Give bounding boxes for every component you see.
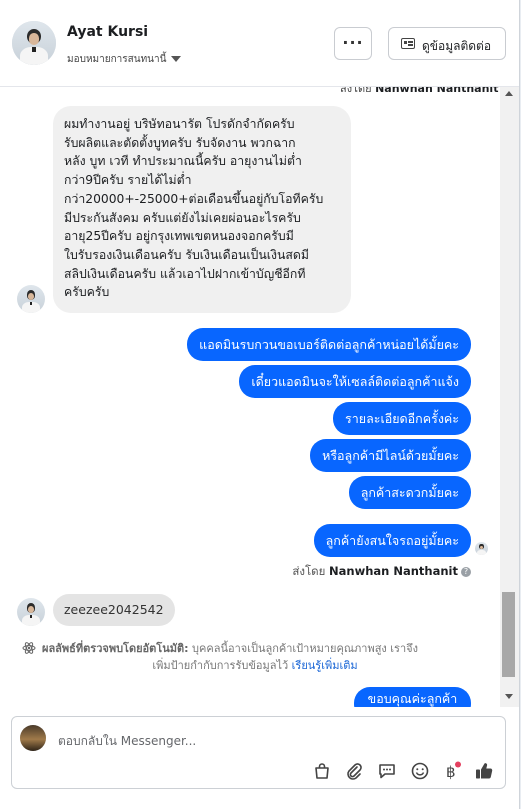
scroll-thumb[interactable]	[502, 592, 515, 677]
auto-detect-notice: ผลลัพธ์ที่ตรวจพบโดยอัตโนมัติ: บุคคลนี้อา…	[20, 640, 480, 674]
incoming-message-bubble-short: zeezee2042542	[53, 594, 175, 626]
seen-avatar	[475, 542, 488, 555]
saved-reply-icon[interactable]	[377, 761, 397, 781]
outgoing-message-bubble: ขอบคุณค่ะลูกค้า	[354, 687, 471, 707]
incoming-message-bubble: ผมทำงานอยู่ บริษัทอนารัต โปรดักจำกัดครับ…	[53, 106, 351, 313]
sender-avatar[interactable]	[17, 598, 45, 626]
scroll-up-icon[interactable]	[505, 91, 513, 96]
scroll-down-icon[interactable]	[505, 694, 513, 699]
message-list[interactable]: ส่งโดย Nanwhan Nanthanit ผมทำงานอยู่ บริ…	[0, 87, 500, 707]
reply-composer: ฿	[11, 716, 506, 789]
sent-by-cut-label: ส่งโดย	[340, 87, 372, 95]
notice-text-2: เพิ่มป้ายกำกับการรับข้อมูลไว้	[152, 659, 292, 672]
outgoing-message-bubble: หรือลูกค้ามีไลน์ด้วยมั้ยคะ	[310, 439, 471, 472]
payment-icon[interactable]: ฿	[442, 761, 462, 781]
page-avatar	[20, 725, 46, 751]
info-icon[interactable]: ?	[461, 566, 471, 577]
sent-by-label: ส่งโดย Nanwhan Nanthanit?	[292, 563, 471, 581]
sent-by-name: Nanwhan Nanthanit	[329, 564, 458, 578]
notice-line-1: ผลลัพธ์ที่ตรวจพบโดยอัตโนมัติ: บุคคลนี้อา…	[20, 640, 480, 657]
caret-down-icon	[171, 56, 182, 62]
notice-bold: ผลลัพธ์ที่ตรวจพบโดยอัตโนมัติ:	[42, 642, 189, 655]
outgoing-message-bubble: แอดมินรบกวนขอเบอร์ติดต่อลูกค้าหน่อยได้มั…	[187, 328, 471, 361]
outgoing-message-bubble: ลูกค้ายังสนใจรถอยู่มั้ยคะ	[313, 524, 471, 557]
messenger-panel: Ayat Kursi มอบหมายการสนทนานี้ ··· ดูข้อม…	[0, 0, 520, 809]
contact-avatar[interactable]	[12, 21, 56, 65]
paperclip-icon[interactable]	[344, 761, 364, 781]
more-options-button[interactable]: ···	[334, 27, 372, 60]
learn-more-link[interactable]: เรียนรู้เพิ่มเติม	[292, 659, 358, 672]
sent-by-cut-name: Nanwhan Nanthanit	[375, 87, 499, 95]
view-contact-button[interactable]: ดูข้อมูลติดต่อ	[388, 27, 506, 60]
atom-icon	[22, 642, 36, 654]
contact-name[interactable]: Ayat Kursi	[67, 24, 148, 40]
assign-label: มอบหมายการสนทนานี้	[67, 54, 167, 65]
sent-by-cut: ส่งโดย Nanwhan Nanthanit	[340, 87, 498, 97]
thumbs-up-icon[interactable]	[474, 761, 494, 781]
view-contact-label: ดูข้อมูลติดต่อ	[422, 39, 492, 53]
conversation-header: Ayat Kursi มอบหมายการสนทนานี้ ··· ดูข้อม…	[0, 0, 519, 87]
sender-avatar[interactable]	[17, 285, 45, 313]
message-scrollbar[interactable]	[500, 87, 519, 707]
outgoing-message-bubble: ลูกค้าสะดวกมั้ยคะ	[348, 476, 471, 509]
svg-text:฿: ฿	[446, 763, 456, 781]
sent-by-text: ส่งโดย	[292, 564, 326, 578]
emoji-icon[interactable]	[410, 761, 430, 781]
outgoing-message-bubble: รายละเอียดอีกครั้งค่ะ	[333, 402, 471, 435]
assign-conversation-dropdown[interactable]: มอบหมายการสนทนานี้	[67, 52, 182, 67]
notice-line-2: เพิ่มป้ายกำกับการรับข้อมูลไว้ เรียนรู้เพ…	[20, 657, 480, 674]
reply-input[interactable]	[56, 730, 360, 752]
notice-text: บุคคลนี้อาจเป็นลูกค้าเป้าหมายคุณภาพสูง เ…	[188, 642, 418, 655]
outgoing-message-bubble: เดี๋ยวแอดมินจะให้เซลล์ติดต่อลูกค้าแจ้ง	[239, 365, 471, 398]
contact-card-icon	[401, 38, 415, 49]
shopping-bag-icon[interactable]	[312, 761, 332, 781]
